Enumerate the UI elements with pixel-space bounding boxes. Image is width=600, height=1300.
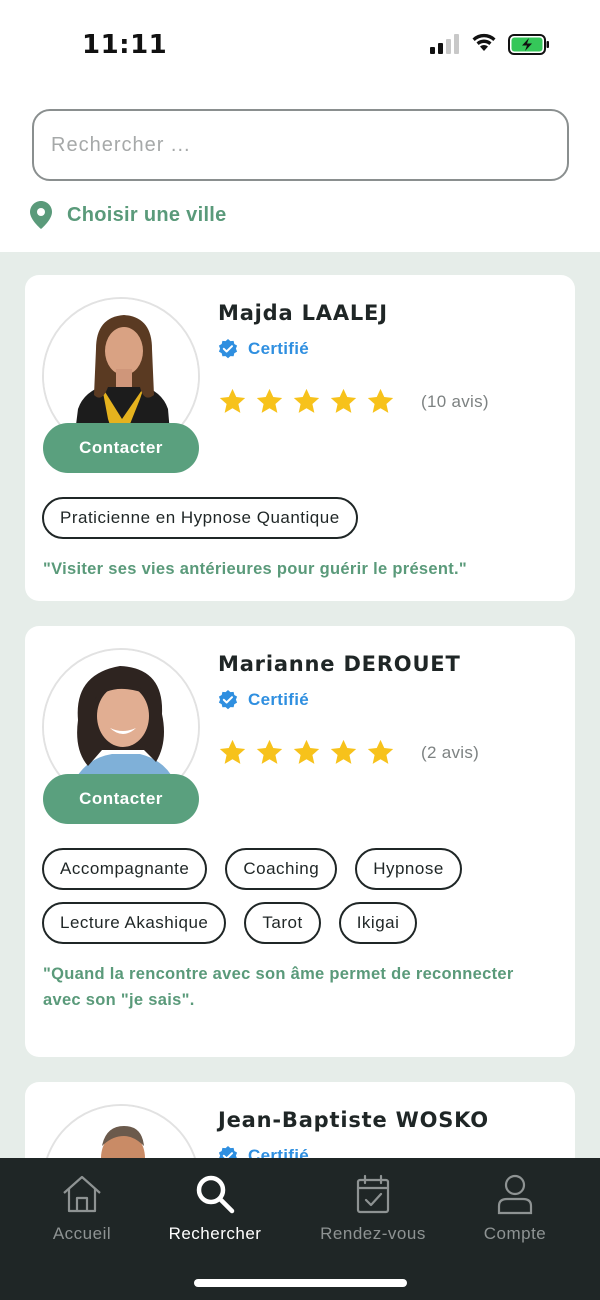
search-input[interactable] bbox=[51, 133, 567, 157]
specialty-tag[interactable]: Praticienne en Hypnose Quantique bbox=[42, 497, 358, 539]
home-icon bbox=[63, 1175, 101, 1213]
star-icon bbox=[219, 388, 246, 413]
specialty-tags: Accompagnante Coaching Hypnose Lecture A… bbox=[42, 848, 558, 956]
star-icon bbox=[330, 388, 357, 413]
verified-badge-icon bbox=[218, 339, 238, 359]
star-icon bbox=[367, 739, 394, 764]
specialty-tag[interactable]: Ikigai bbox=[338, 902, 418, 944]
tab-accueil[interactable]: Accueil bbox=[46, 1172, 118, 1244]
wifi-icon bbox=[472, 33, 496, 51]
tab-rechercher[interactable]: Rechercher bbox=[160, 1172, 270, 1244]
star-icon bbox=[219, 739, 246, 764]
star-icon bbox=[367, 388, 394, 413]
practitioner-quote: "Visiter ses vies antérieures pour guéri… bbox=[43, 560, 468, 578]
star-icon bbox=[293, 739, 320, 764]
choose-city-link[interactable]: Choisir une ville bbox=[30, 200, 227, 230]
rating-stars: (10 avis) bbox=[218, 387, 489, 416]
certified-label: Certifié bbox=[248, 339, 309, 358]
star-icon bbox=[256, 739, 283, 764]
tab-compte[interactable]: Compte bbox=[476, 1172, 554, 1244]
specialty-tags: Praticienne en Hypnose Quantique bbox=[42, 497, 558, 551]
review-count[interactable]: (10 avis) bbox=[421, 392, 489, 412]
certified-badge: Certifié bbox=[218, 339, 309, 359]
review-count[interactable]: (2 avis) bbox=[421, 743, 479, 763]
certified-label: Certifié bbox=[248, 690, 309, 709]
tab-rendez-vous[interactable]: Rendez-vous bbox=[312, 1172, 434, 1244]
search-field[interactable] bbox=[32, 109, 569, 181]
practitioner-avatar bbox=[42, 1104, 200, 1158]
specialty-tag[interactable]: Tarot bbox=[244, 902, 321, 944]
star-icon bbox=[256, 388, 283, 413]
practitioner-card[interactable]: Contacter Marianne DEROUET Certifié (2 a… bbox=[25, 626, 575, 1057]
star-icon bbox=[293, 388, 320, 413]
practitioner-name[interactable]: Marianne DEROUET bbox=[218, 652, 461, 676]
tab-label: Rendez-vous bbox=[320, 1224, 426, 1243]
certified-label: Certifié bbox=[248, 1146, 309, 1158]
search-icon bbox=[196, 1175, 235, 1214]
specialty-tag[interactable]: Lecture Akashique bbox=[42, 902, 227, 944]
tab-label: Rechercher bbox=[168, 1224, 262, 1243]
specialty-tag[interactable]: Accompagnante bbox=[42, 848, 208, 890]
rating-stars: (2 avis) bbox=[218, 738, 479, 767]
contact-button[interactable]: Contacter bbox=[43, 774, 199, 824]
practitioner-card[interactable]: Contacter Majda LAALEJ Certifié (10 avis… bbox=[25, 275, 575, 601]
status-time: 11:11 bbox=[82, 30, 168, 60]
battery-charging-icon bbox=[508, 34, 549, 55]
tab-label: Accueil bbox=[52, 1224, 112, 1243]
practitioner-quote: "Quand la rencontre avec son âme permet … bbox=[43, 965, 514, 1009]
practitioner-card[interactable]: Jean-Baptiste WOSKO Certifié bbox=[25, 1082, 575, 1158]
location-pin-icon bbox=[30, 201, 52, 229]
tab-label: Compte bbox=[483, 1224, 547, 1243]
choose-city-label: Choisir une ville bbox=[67, 203, 227, 226]
cellular-signal-icon bbox=[430, 34, 462, 54]
certified-badge: Certifié bbox=[218, 690, 309, 710]
practitioner-name[interactable]: Majda LAALEJ bbox=[218, 301, 388, 325]
specialty-tag[interactable]: Hypnose bbox=[355, 848, 462, 890]
star-icon bbox=[330, 739, 357, 764]
home-indicator[interactable] bbox=[194, 1279, 407, 1287]
specialty-tag[interactable]: Coaching bbox=[225, 848, 338, 890]
verified-badge-icon bbox=[218, 690, 238, 710]
certified-badge: Certifié bbox=[218, 1146, 309, 1158]
practitioner-list[interactable]: Contacter Majda LAALEJ Certifié (10 avis… bbox=[0, 252, 600, 1158]
user-icon bbox=[497, 1174, 533, 1215]
verified-badge-icon bbox=[218, 1146, 238, 1158]
contact-button[interactable]: Contacter bbox=[43, 423, 199, 473]
practitioner-name[interactable]: Jean-Baptiste WOSKO bbox=[218, 1108, 489, 1132]
status-bar: 11:11 bbox=[0, 0, 600, 90]
calendar-check-icon bbox=[356, 1174, 390, 1214]
